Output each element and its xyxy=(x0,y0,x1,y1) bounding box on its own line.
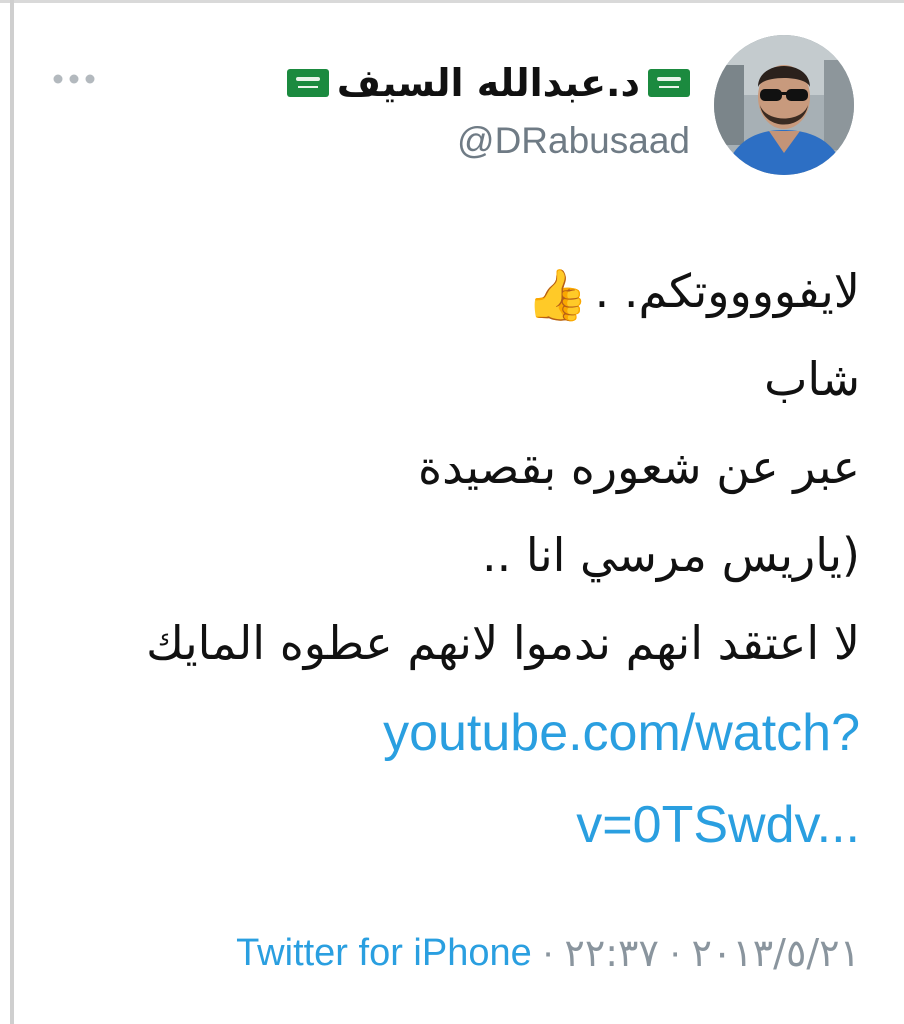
thumbs-up-icon: 👍 xyxy=(526,265,589,324)
youtube-link[interactable]: youtube.com/watch? xyxy=(80,687,860,779)
tweet-date[interactable]: ٢٠١٣/٥/٢١ xyxy=(692,928,860,978)
more-options-icon[interactable] xyxy=(52,69,96,89)
source-link[interactable]: Twitter for iPhone xyxy=(236,928,532,978)
tweet-text: لايفووووتكم. .👍 شاب عبر عن شعوره بقصيدة … xyxy=(80,247,860,871)
tweet-line: شاب xyxy=(764,352,860,406)
tweet-time[interactable]: ٢٢:٣٧ xyxy=(564,928,658,978)
avatar[interactable] xyxy=(714,35,854,175)
tweet-meta: Twitter for iPhone · ٢٢:٣٧ · ٢٠١٣/٥/٢١ xyxy=(236,928,860,978)
meta-separator: · xyxy=(541,932,555,974)
meta-separator: · xyxy=(668,932,682,974)
author-handle[interactable]: @DRabusaad xyxy=(457,119,690,163)
tweet-line: عبر عن شعوره بقصيدة xyxy=(418,440,860,494)
author-name[interactable]: د.عبدالله السيف xyxy=(286,61,690,105)
tweet-line: (ياريس مرسي انا .. xyxy=(481,528,860,582)
tweet-line-text: لايفووووتكم. . xyxy=(594,264,860,318)
author-name-text[interactable]: د.عبدالله السيف xyxy=(337,61,640,105)
saudi-flag-icon xyxy=(286,69,329,97)
saudi-flag-icon xyxy=(648,69,690,97)
tweet-line: لايفووووتكم. .👍 xyxy=(80,247,860,335)
tweet-line: لا اعتقد انهم ندموا لانهم عطوه المايك xyxy=(146,616,860,670)
youtube-link[interactable]: v=0TSwdv... xyxy=(80,779,860,871)
tweet-card: د.عبدالله السيف @DRabusaad لايفووووتكم. … xyxy=(14,3,904,1024)
